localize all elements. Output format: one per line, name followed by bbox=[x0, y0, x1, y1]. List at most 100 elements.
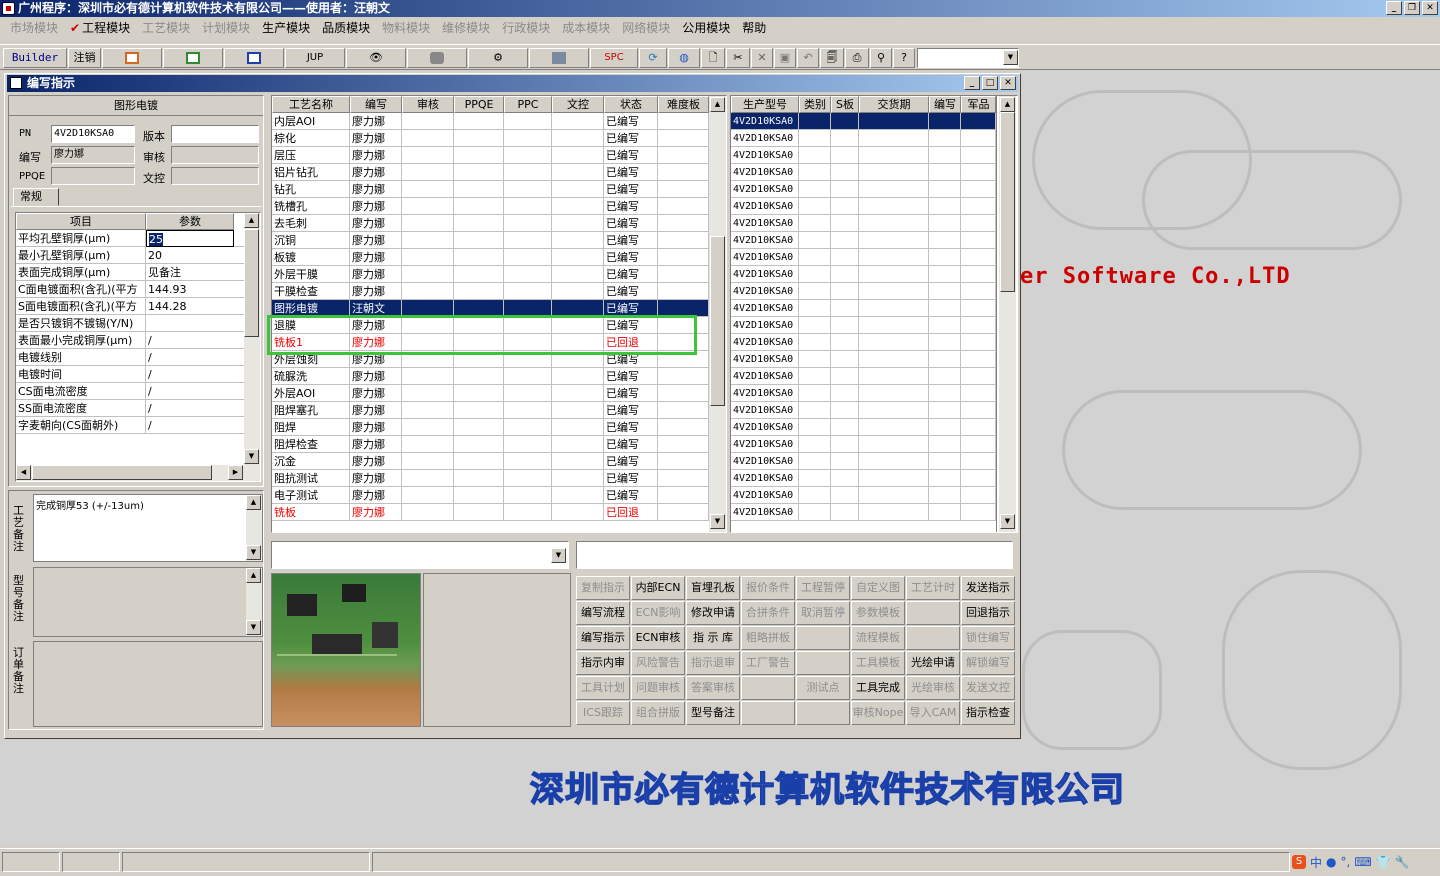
param-hscrollbar[interactable]: ◀ ▶ bbox=[16, 465, 260, 481]
logout-button[interactable]: 注销 bbox=[68, 48, 101, 68]
process-note-field[interactable]: 完成铜厚53 (+/-13um) ▲ ▼ bbox=[33, 494, 263, 562]
process-header[interactable]: 编写 bbox=[350, 96, 402, 113]
scroll-down-icon[interactable]: ▼ bbox=[244, 449, 259, 464]
action-button[interactable]: 工具模板 bbox=[851, 651, 905, 675]
menu-item[interactable]: 生产模块 bbox=[256, 19, 316, 36]
powerpoint-button[interactable] bbox=[102, 48, 162, 68]
model-row[interactable]: 4V2D10KSA0 bbox=[731, 232, 996, 249]
model-header[interactable]: 编写 bbox=[929, 96, 961, 113]
process-row[interactable]: 硫脲洗 廖力娜 已编写 bbox=[272, 368, 709, 385]
review-field[interactable] bbox=[171, 146, 259, 164]
process-header[interactable]: 难度板 bbox=[658, 96, 709, 113]
model-row[interactable]: 4V2D10KSA0 bbox=[731, 368, 996, 385]
process-header[interactable]: 状态 bbox=[604, 96, 658, 113]
param-row[interactable]: 表面最小完成铜厚(μm) / bbox=[16, 332, 244, 349]
process-header[interactable]: PPQE bbox=[454, 96, 504, 113]
action-button[interactable]: 风险警告 bbox=[631, 651, 685, 675]
delete-button[interactable]: ✕ bbox=[751, 48, 773, 68]
moon-icon[interactable]: ● bbox=[1326, 855, 1336, 869]
action-button[interactable]: 报价条件 bbox=[741, 576, 795, 600]
action-button[interactable]: 指示检查 bbox=[961, 701, 1015, 725]
param-row[interactable]: 字麦朝向(CS面朝外) / bbox=[16, 417, 244, 434]
action-button[interactable]: 指示退审 bbox=[686, 651, 740, 675]
process-row[interactable]: 钻孔 廖力娜 已编写 bbox=[272, 181, 709, 198]
scroll-left-icon[interactable]: ◀ bbox=[16, 465, 31, 480]
child-close-button[interactable]: ✕ bbox=[1000, 76, 1016, 90]
action-button[interactable]: 参数模板 bbox=[851, 601, 905, 625]
model-row[interactable]: 4V2D10KSA0 bbox=[731, 453, 996, 470]
control-field[interactable] bbox=[171, 167, 259, 185]
model-row[interactable]: 4V2D10KSA0 bbox=[731, 300, 996, 317]
param-value[interactable]: / bbox=[146, 383, 234, 400]
cut-button[interactable]: ✂ bbox=[726, 48, 750, 68]
action-button[interactable]: 工厂警告 bbox=[741, 651, 795, 675]
process-row[interactable]: 板镀 廖力娜 已编写 bbox=[272, 249, 709, 266]
action-button[interactable] bbox=[906, 626, 960, 650]
scroll-up-icon[interactable]: ▲ bbox=[710, 97, 725, 112]
action-button[interactable]: 指 示 库 bbox=[686, 626, 740, 650]
scroll-up-icon[interactable]: ▲ bbox=[1000, 97, 1015, 112]
model-row[interactable]: 4V2D10KSA0 bbox=[731, 147, 996, 164]
process-row[interactable]: 阻焊 廖力娜 已编写 bbox=[272, 419, 709, 436]
action-button[interactable]: 编写指示 bbox=[576, 626, 630, 650]
action-button[interactable]: ICS跟踪 bbox=[576, 701, 630, 725]
find-button[interactable]: ⚲ bbox=[870, 48, 892, 68]
model-row[interactable]: 4V2D10KSA0 bbox=[731, 317, 996, 334]
scroll-down-icon[interactable]: ▼ bbox=[246, 620, 261, 635]
process-vscrollbar[interactable]: ▲ ▼ bbox=[709, 96, 726, 532]
process-row[interactable]: 外层干膜 廖力娜 已编写 bbox=[272, 266, 709, 283]
action-button[interactable]: 取消暂停 bbox=[796, 601, 850, 625]
model-row[interactable]: 4V2D10KSA0 bbox=[731, 470, 996, 487]
excel-button[interactable] bbox=[163, 48, 223, 68]
action-button[interactable]: 发送指示 bbox=[961, 576, 1015, 600]
model-row[interactable]: 4V2D10KSA0 bbox=[731, 419, 996, 436]
process-header[interactable]: 工艺名称 bbox=[272, 96, 350, 113]
param-row[interactable]: SS面电流密度 / bbox=[16, 400, 244, 417]
action-button[interactable]: 组合拼版 bbox=[631, 701, 685, 725]
action-button[interactable]: 工艺计时 bbox=[906, 576, 960, 600]
keyboard-icon[interactable]: ⌨ bbox=[1354, 855, 1371, 869]
ime-mode[interactable]: 中 bbox=[1310, 854, 1322, 871]
menu-item[interactable]: 行政模块 bbox=[496, 19, 556, 36]
order-note-field[interactable] bbox=[33, 641, 263, 727]
menu-item[interactable]: ✔ 工程模块 bbox=[64, 19, 136, 36]
menu-item[interactable]: 公用模块 bbox=[676, 19, 736, 36]
action-button[interactable]: 解锁编写 bbox=[961, 651, 1015, 675]
menu-item[interactable]: 网络模块 bbox=[616, 19, 676, 36]
param-row[interactable]: C面电镀面积(含孔)(平方 144.93 bbox=[16, 281, 244, 298]
restore-button[interactable]: ❐ bbox=[1404, 1, 1420, 15]
scroll-thumb[interactable] bbox=[710, 236, 725, 406]
param-value[interactable]: / bbox=[146, 366, 234, 383]
param-row[interactable]: 电镀线别 / bbox=[16, 349, 244, 366]
scroll-thumb[interactable] bbox=[244, 229, 259, 337]
model-row[interactable]: 4V2D10KSA0 bbox=[731, 283, 996, 300]
model-header[interactable]: S板 bbox=[831, 96, 859, 113]
param-value[interactable]: 144.93 bbox=[146, 281, 234, 298]
process-row[interactable]: 铣槽孔 廖力娜 已编写 bbox=[272, 198, 709, 215]
model-row[interactable]: 4V2D10KSA0 bbox=[731, 487, 996, 504]
action-button[interactable]: 工程暂停 bbox=[796, 576, 850, 600]
spc-button[interactable]: SPC bbox=[590, 48, 638, 68]
action-button[interactable]: 工具计划 bbox=[576, 676, 630, 700]
save-button[interactable]: ▣ bbox=[774, 48, 796, 68]
action-button[interactable]: 测试点 bbox=[796, 676, 850, 700]
model-row[interactable]: 4V2D10KSA0 bbox=[731, 249, 996, 266]
action-button[interactable]: 合拼条件 bbox=[741, 601, 795, 625]
action-button[interactable] bbox=[796, 626, 850, 650]
param-row[interactable]: 电镀时间 / bbox=[16, 366, 244, 383]
model-row[interactable]: 4V2D10KSA0 bbox=[731, 436, 996, 453]
process-row[interactable]: 阻焊塞孔 廖力娜 已编写 bbox=[272, 402, 709, 419]
action-button[interactable]: 发送文控 bbox=[961, 676, 1015, 700]
process-row[interactable]: 棕化 廖力娜 已编写 bbox=[272, 130, 709, 147]
param-value[interactable]: / bbox=[146, 349, 234, 366]
process-row[interactable]: 铝片钻孔 廖力娜 已编写 bbox=[272, 164, 709, 181]
child-minimize-button[interactable]: _ bbox=[964, 76, 980, 90]
process-row[interactable]: 层压 廖力娜 已编写 bbox=[272, 147, 709, 164]
punctuation-icon[interactable]: °, bbox=[1341, 855, 1351, 869]
action-button[interactable]: ECN审核 bbox=[631, 626, 685, 650]
model-note-field[interactable]: ▲ ▼ bbox=[33, 567, 263, 637]
menu-item[interactable]: 成本模块 bbox=[556, 19, 616, 36]
scroll-down-icon[interactable]: ▼ bbox=[710, 514, 725, 529]
refresh-button[interactable]: ⟳ bbox=[639, 48, 667, 68]
action-button[interactable]: 复制指示 bbox=[576, 576, 630, 600]
